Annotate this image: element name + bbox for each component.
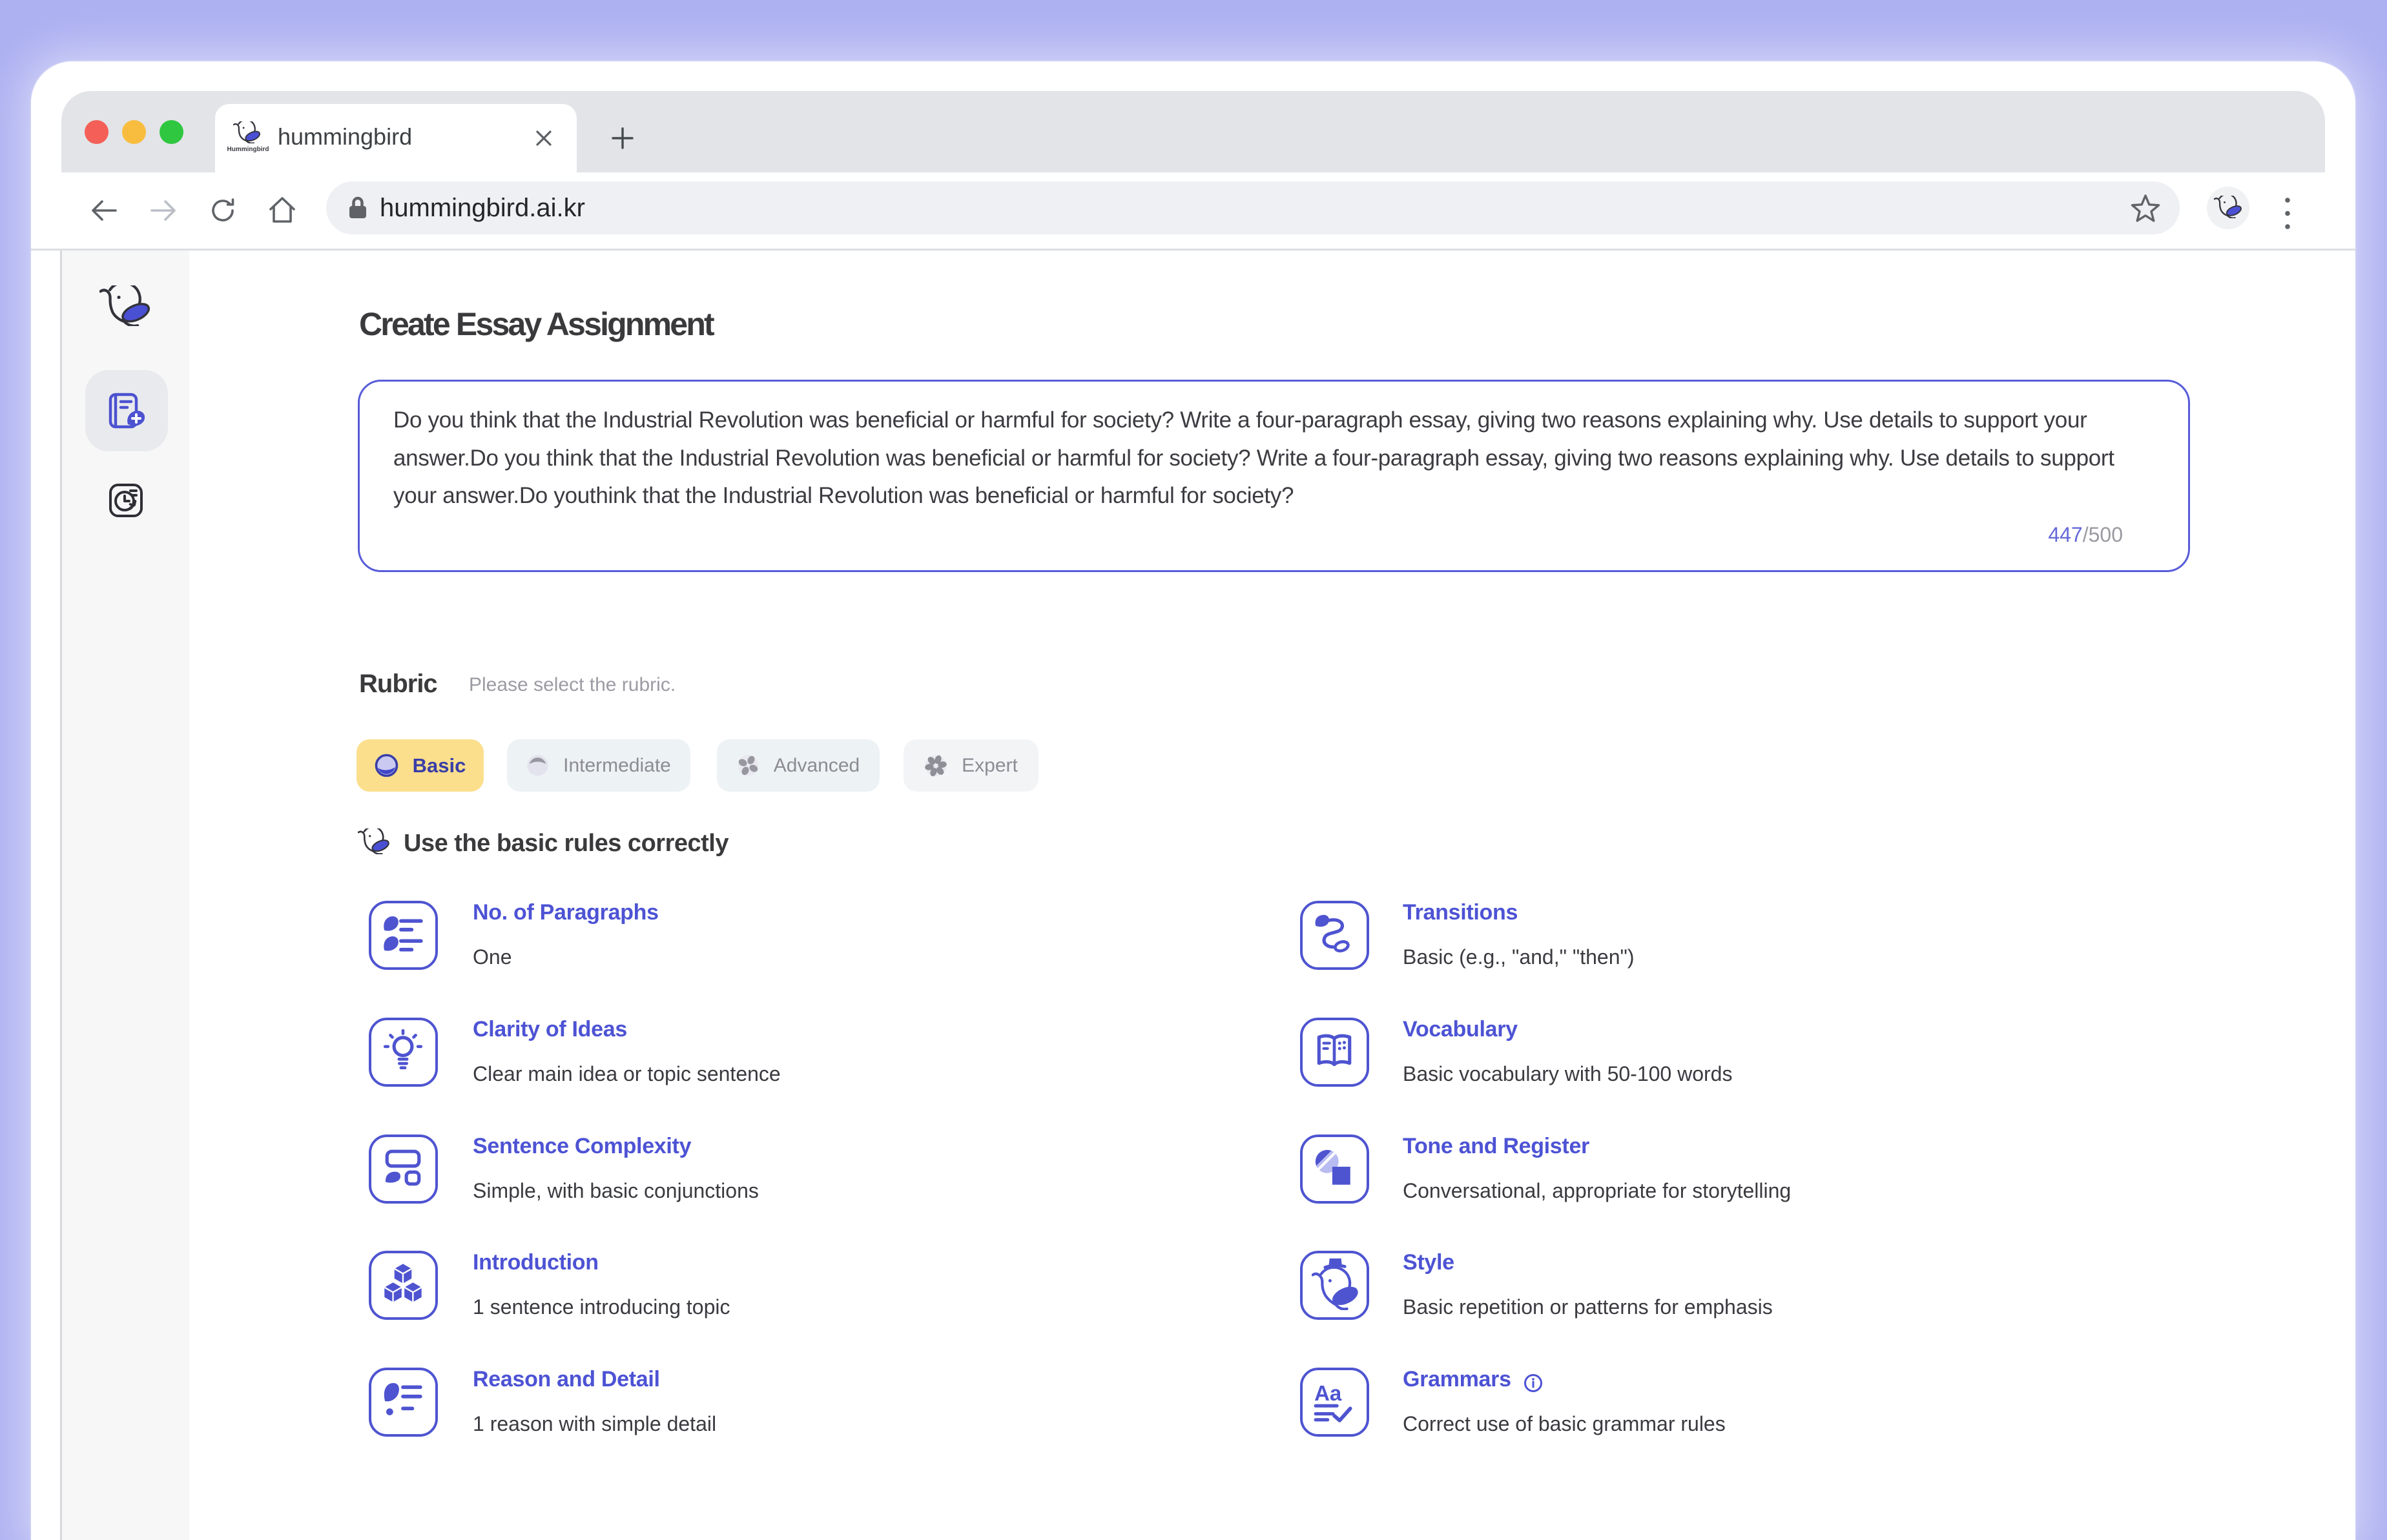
- svg-text:Aa: Aa: [1314, 1381, 1342, 1405]
